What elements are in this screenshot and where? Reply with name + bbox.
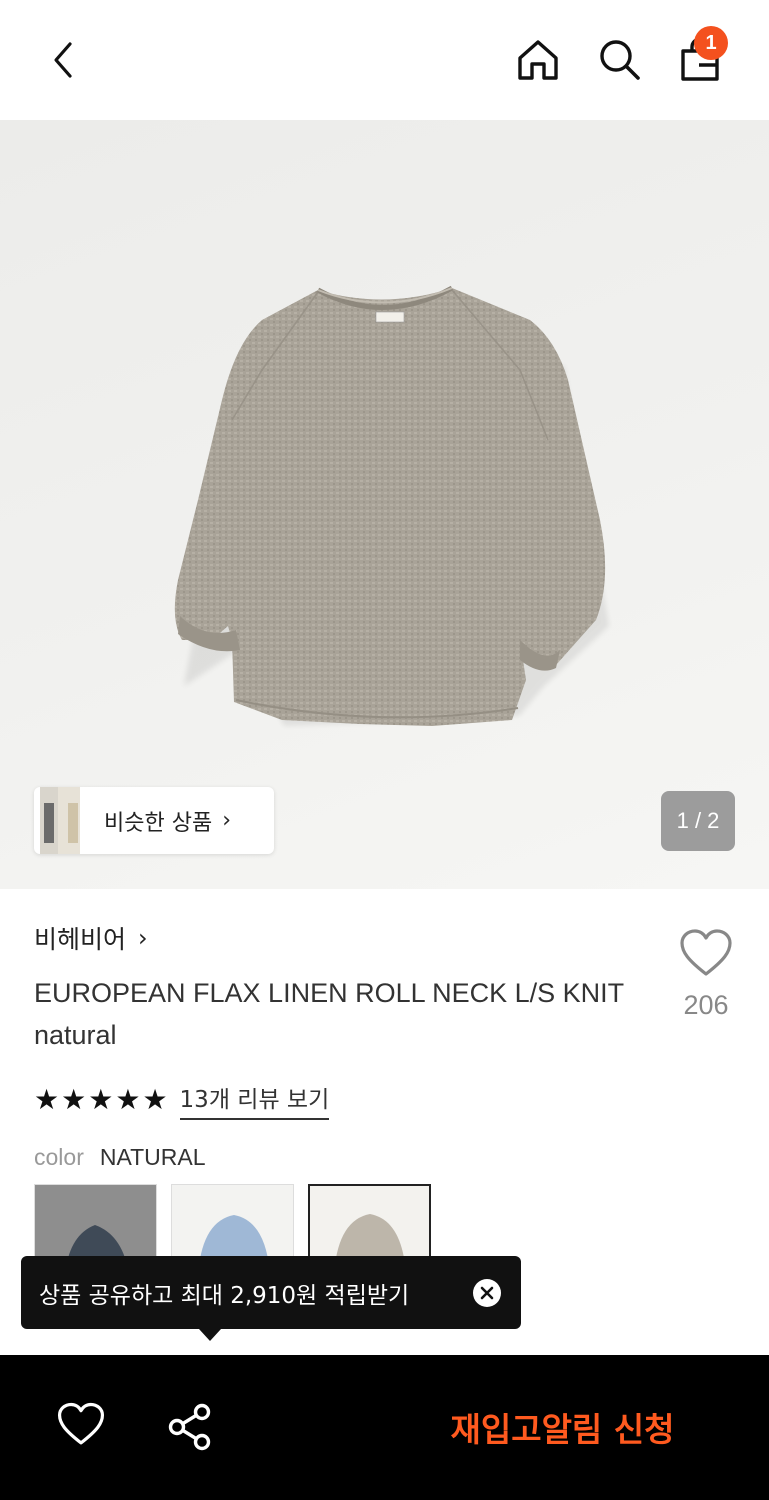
home-icon	[518, 40, 558, 80]
star-icon: ★	[88, 1083, 114, 1116]
tooltip-text: 상품 공유하고 최대 2,910원 적립받기	[39, 1282, 410, 1309]
star-icon: ★	[142, 1083, 168, 1116]
back-button[interactable]	[34, 30, 94, 90]
heart-icon	[680, 929, 732, 976]
chevron-left-icon	[54, 42, 72, 78]
chevron-right-icon: ›	[138, 924, 148, 952]
tooltip-arrow	[199, 1329, 221, 1341]
star-icon: ★	[115, 1083, 141, 1116]
share-icon	[168, 1403, 211, 1451]
product-title: EUROPEAN FLAX LINEN ROLL NECK L/S KNIT n…	[34, 978, 624, 1050]
rating-row: ★ ★ ★ ★ ★ 13개 리뷰 보기	[34, 1080, 330, 1120]
share-button[interactable]	[164, 1401, 216, 1453]
color-label: color	[34, 1144, 84, 1170]
wishlist-count: 206	[683, 990, 729, 1020]
tooltip-close-button[interactable]	[473, 1279, 501, 1307]
similar-products-button[interactable]: 비슷한 상품 ›	[34, 787, 274, 854]
wishlist-button[interactable]	[676, 928, 736, 984]
review-link[interactable]: 13개 리뷰 보기	[179, 1080, 330, 1120]
cart-button[interactable]: 1	[670, 26, 730, 90]
star-icon: ★	[34, 1083, 60, 1116]
home-button[interactable]	[508, 30, 568, 90]
similar-product-thumbnails	[34, 787, 104, 854]
color-option-row: color NATURAL	[34, 1144, 206, 1171]
search-icon	[600, 40, 640, 80]
close-icon	[480, 1286, 494, 1300]
top-navigation-bar: 1	[0, 0, 769, 120]
rating-stars: ★ ★ ★ ★ ★	[34, 1085, 168, 1115]
product-image	[174, 285, 609, 726]
chevron-right-icon: ›	[222, 808, 232, 833]
product-image-gallery[interactable]: 비슷한 상품 › 1 / 2	[0, 120, 769, 889]
search-button[interactable]	[590, 30, 650, 90]
restock-alert-button[interactable]: 재입고알림 신청	[400, 1395, 725, 1459]
cart-count-badge: 1	[694, 26, 728, 60]
color-value: NATURAL	[99, 1144, 206, 1170]
image-pager: 1 / 2	[661, 791, 735, 851]
bottom-action-bar: 재입고알림 신청	[0, 1355, 769, 1500]
similar-products-label: 비슷한 상품	[104, 810, 213, 836]
share-reward-tooltip: 상품 공유하고 최대 2,910원 적립받기	[21, 1256, 521, 1341]
brand-name: 비헤비어	[34, 925, 127, 954]
star-icon: ★	[61, 1083, 87, 1116]
bottom-wishlist-button[interactable]	[56, 1401, 106, 1451]
heart-icon	[57, 1402, 105, 1445]
brand-link[interactable]: 비헤비어 ›	[34, 920, 148, 956]
